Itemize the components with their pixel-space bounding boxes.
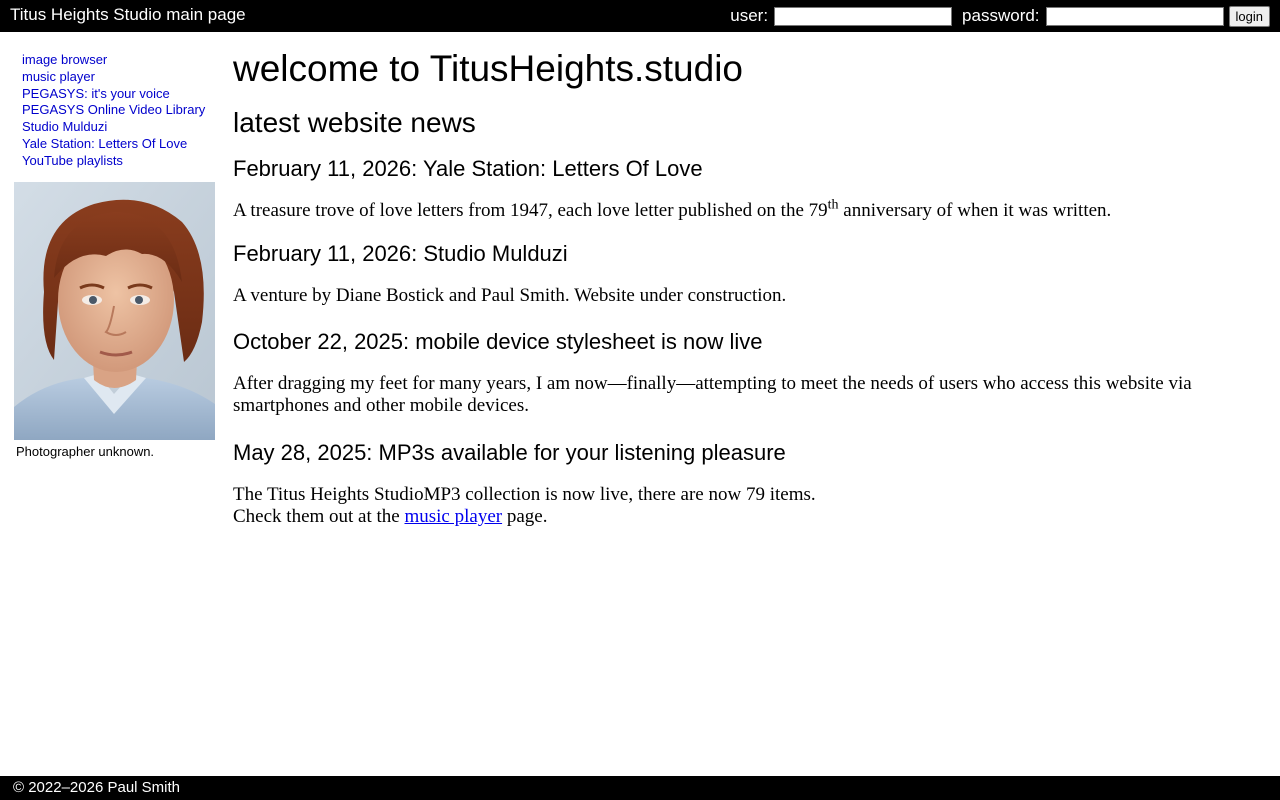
news-item: February 11, 2026: Yale Station: Letters… [233, 156, 1243, 222]
nav-item-yale-station: Yale Station: Letters Of Love [22, 136, 215, 153]
login-button[interactable]: login [1228, 5, 1270, 27]
portrait-photo [14, 182, 215, 440]
news-heading: October 22, 2025: mobile device styleshe… [233, 329, 763, 354]
news-heading: February 11, 2026: Yale Station: Letters… [233, 156, 703, 181]
site-title: Titus Heights Studio main page [10, 5, 246, 24]
news-body-text: The Titus Heights StudioMP3 collection i… [233, 484, 816, 505]
top-bar: Titus Heights Studio main page user: pas… [0, 0, 1280, 32]
nav-item-youtube-playlists: YouTube playlists [22, 153, 215, 170]
nav-link-pegasys-voice[interactable]: PEGASYS: it's your voice [22, 86, 170, 101]
nav-link-yale-station[interactable]: Yale Station: Letters Of Love [22, 136, 187, 151]
news-heading: May 28, 2025: MP3s available for your li… [233, 440, 786, 465]
news-body: After dragging my feet for many years, I… [233, 373, 1192, 416]
nav-item-studio-mulduzi: Studio Mulduzi [22, 119, 215, 136]
news-body-text: anniversary of when it was written. [838, 200, 1112, 221]
page-title: welcome to TitusHeights.studio [233, 48, 744, 89]
copyright-text: © 2022–2026 Paul Smith [13, 779, 180, 796]
news-item: May 28, 2025: MP3s available for your li… [233, 440, 1243, 528]
news-body-text: page. [502, 506, 548, 527]
music-player-link[interactable]: music player [404, 506, 502, 527]
news-body-text: Check them out at the [233, 506, 405, 527]
news-body-text: A treasure trove of love letters from 19… [233, 200, 828, 221]
main-content: welcome to TitusHeights.studio latest we… [233, 48, 1243, 528]
sidebar: image browser music player PEGASYS: it's… [14, 52, 215, 459]
news-section-heading: latest website news [233, 107, 476, 138]
nav-link-pegasys-video-library[interactable]: PEGASYS Online Video Library [22, 102, 205, 117]
nav-item-pegasys-voice: PEGASYS: it's your voice [22, 86, 215, 103]
nav-link-music-player[interactable]: music player [22, 69, 95, 84]
sidebar-nav: image browser music player PEGASYS: it's… [14, 52, 215, 170]
login-form: user: password: login [730, 4, 1270, 28]
user-input[interactable] [774, 6, 953, 26]
ordinal-suffix: th [827, 197, 839, 213]
news-body: The Titus Heights StudioMP3 collection i… [233, 484, 1243, 528]
nav-item-music-player: music player [22, 69, 215, 86]
news-body: A venture by Diane Bostick and Paul Smit… [233, 285, 787, 306]
nav-link-image-browser[interactable]: image browser [22, 52, 107, 67]
news-heading: February 11, 2026: Studio Mulduzi [233, 241, 568, 266]
photo-caption: Photographer unknown. [16, 444, 155, 459]
password-input[interactable] [1045, 6, 1224, 26]
news-item: October 22, 2025: mobile device styleshe… [233, 329, 1243, 417]
nav-item-pegasys-video-library: PEGASYS Online Video Library [22, 102, 215, 119]
user-label: user: [730, 6, 769, 25]
news-item: February 11, 2026: Studio Mulduzi A vent… [233, 241, 1243, 307]
nav-link-youtube-playlists[interactable]: YouTube playlists [22, 153, 123, 168]
nav-link-studio-mulduzi[interactable]: Studio Mulduzi [22, 119, 107, 134]
nav-item-image-browser: image browser [22, 52, 215, 69]
password-label: password: [962, 6, 1040, 25]
news-body: A treasure trove of love letters from 19… [233, 197, 1243, 222]
footer: © 2022–2026 Paul Smith [0, 776, 1280, 800]
